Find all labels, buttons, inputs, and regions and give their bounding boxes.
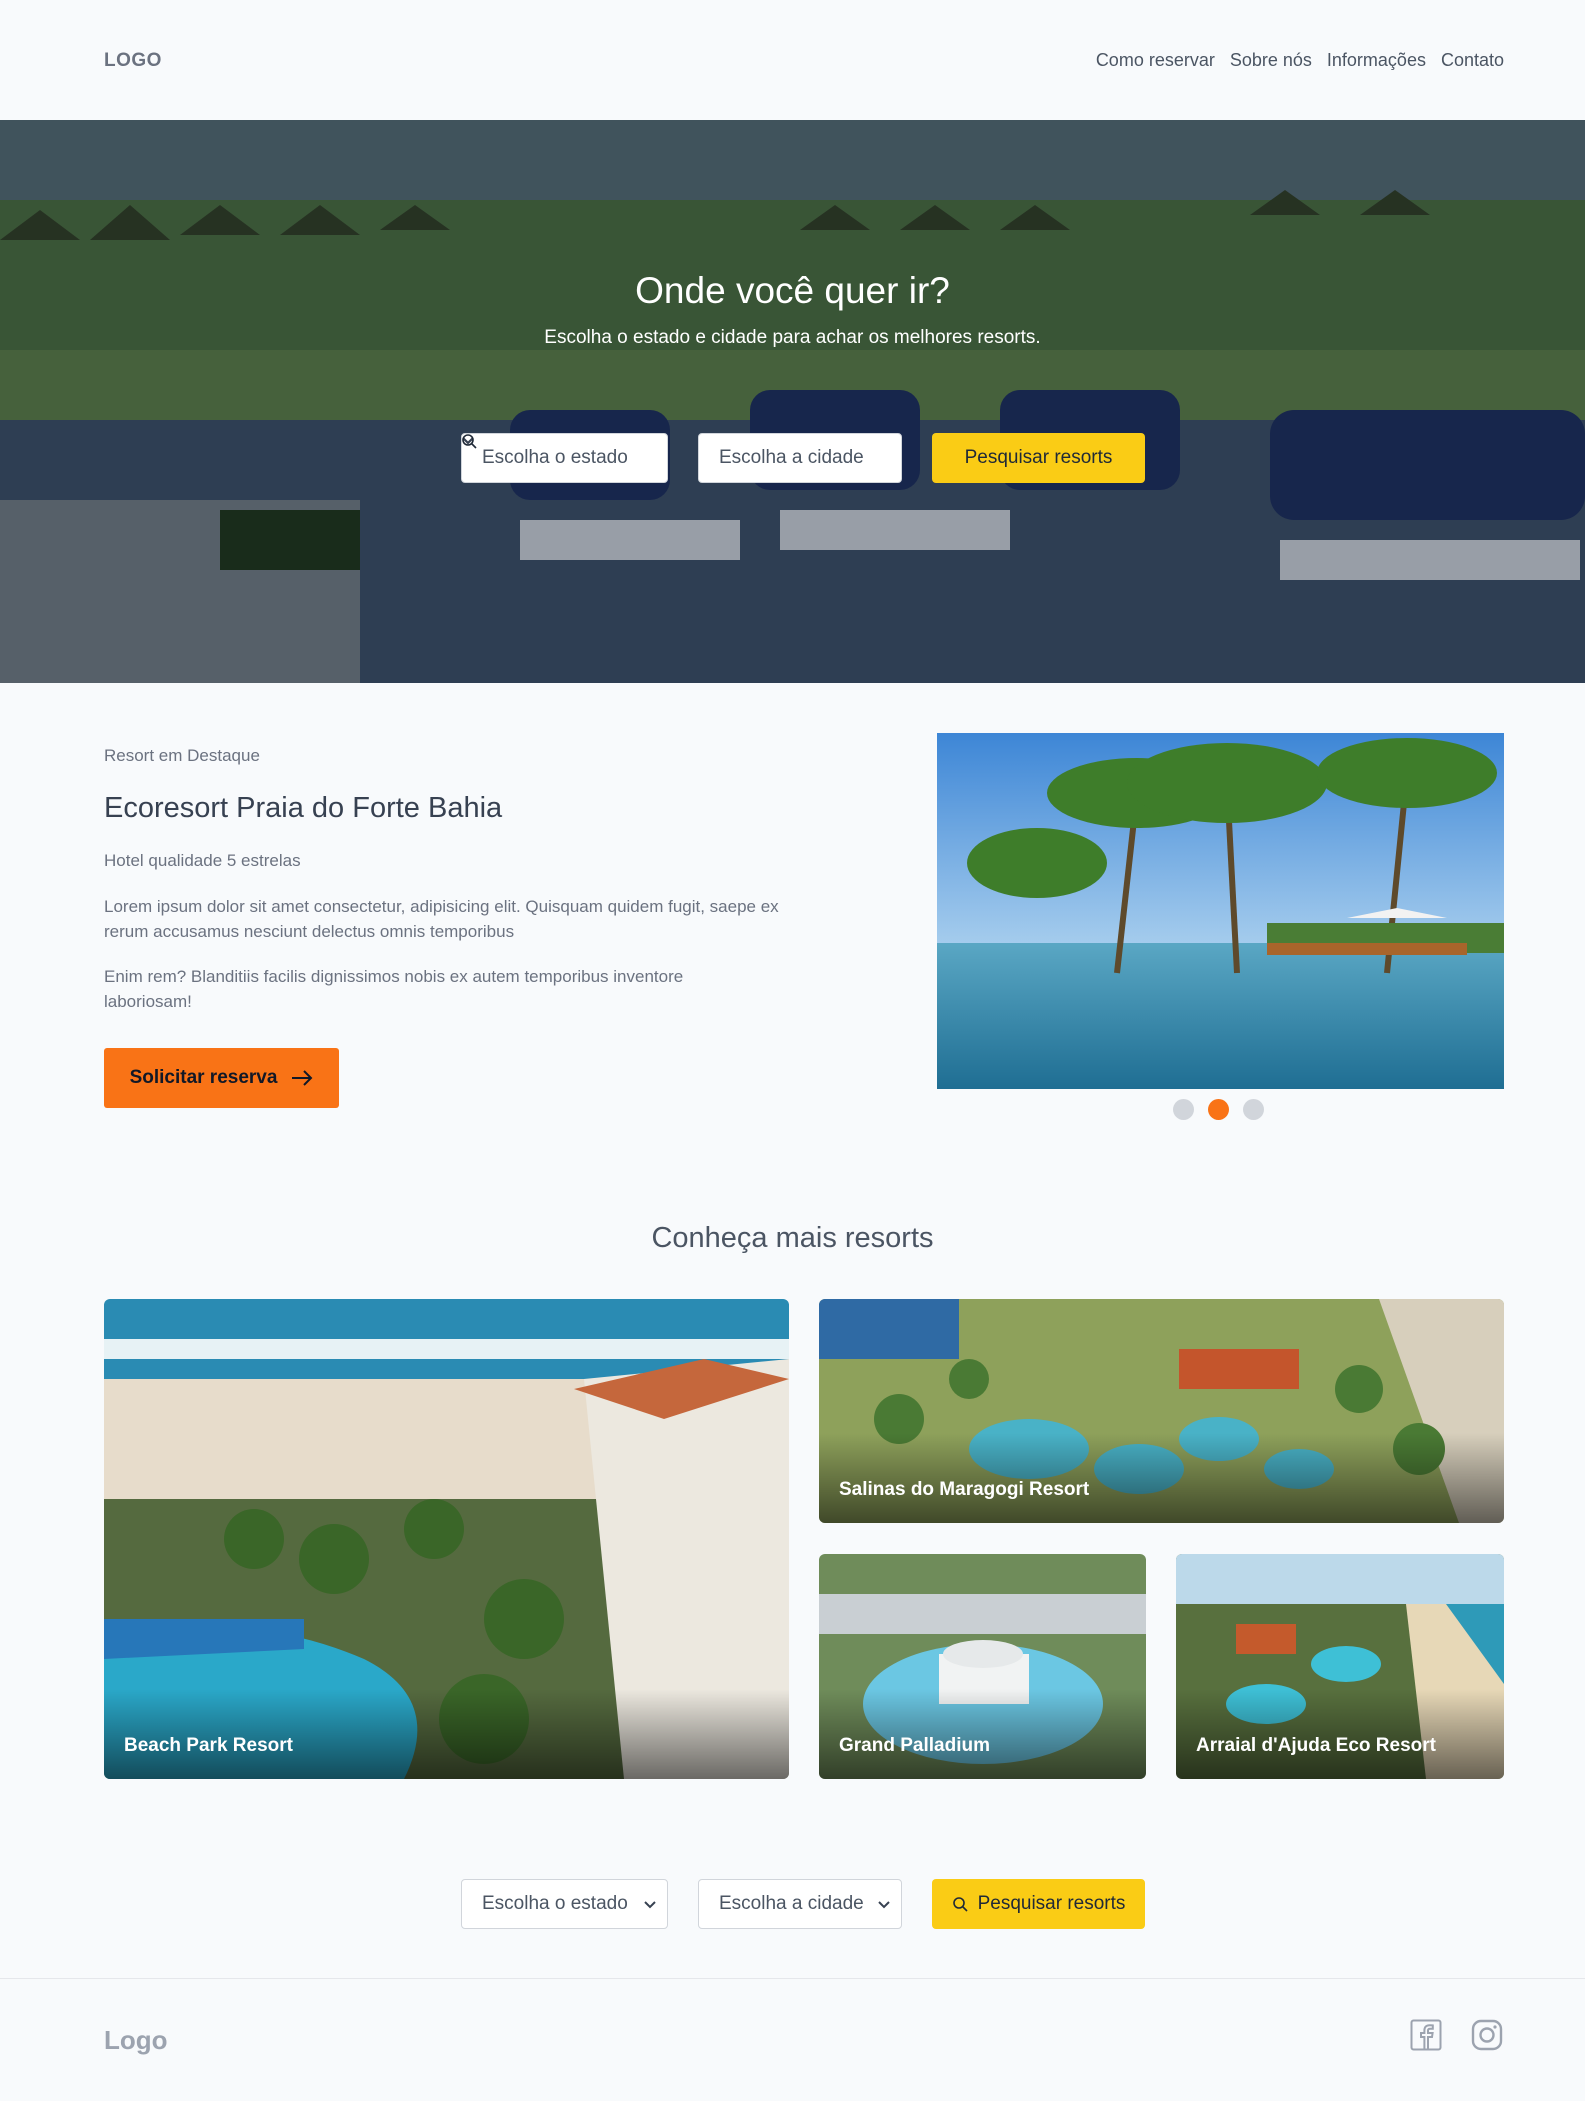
search-resorts-label: Pesquisar resorts bbox=[964, 447, 1113, 468]
state-select-value: Escolha o estado bbox=[482, 447, 628, 468]
instagram-icon[interactable] bbox=[1471, 2019, 1503, 2051]
featured-subtitle: Hotel qualidade 5 estrelas bbox=[104, 851, 301, 870]
hero-title: Onde você quer ir? bbox=[635, 270, 950, 311]
city-select[interactable]: Escolha a cidade bbox=[462, 433, 902, 483]
card-shade bbox=[819, 1433, 1504, 1523]
search-resorts-label: Pesquisar resorts bbox=[977, 1893, 1126, 1914]
search-resorts-button[interactable]: Pesquisar resorts bbox=[462, 433, 1145, 483]
card-shade bbox=[1176, 1689, 1504, 1779]
resort-card-salinas-maragogi[interactable]: Salinas do Maragogi Resort bbox=[819, 1299, 1504, 1523]
top-navbar: LOGO Como reservar Sobre nós Informações… bbox=[0, 0, 1585, 120]
nav-link-contato[interactable]: Contato bbox=[1441, 50, 1504, 71]
state-select-value: Escolha o estado bbox=[482, 1893, 628, 1914]
featured-title: Ecoresort Praia do Forte Bahia bbox=[104, 792, 503, 824]
chevron-down-icon bbox=[878, 1901, 890, 1909]
footer: Logo bbox=[0, 1978, 1585, 2101]
resort-card-grand-palladium[interactable]: Grand Palladium bbox=[819, 1554, 1146, 1779]
hero-overlay bbox=[0, 120, 1585, 683]
state-select[interactable]: Escolha o estado bbox=[461, 433, 668, 483]
search-icon bbox=[952, 1897, 968, 1912]
request-booking-button[interactable]: Solicitar reserva bbox=[104, 1048, 339, 1108]
hero-banner: Onde você quer ir? Escolha o estado e ci… bbox=[0, 120, 1585, 683]
city-select-value: Escolha a cidade bbox=[719, 1893, 864, 1914]
request-booking-label: Solicitar reserva bbox=[129, 1067, 278, 1088]
arrow-right-icon bbox=[292, 1070, 313, 1086]
city-select-value: Escolha a cidade bbox=[719, 447, 864, 468]
resort-card-label: Salinas do Maragogi Resort bbox=[839, 1479, 1090, 1500]
main-nav: Como reservar Sobre nós Informações Cont… bbox=[1096, 50, 1504, 71]
featured-resort-image bbox=[937, 733, 1504, 1089]
card-shade bbox=[104, 1689, 789, 1779]
nav-link-sobre-nos[interactable]: Sobre nós bbox=[1230, 50, 1312, 71]
hero-search-row: Escolha o estado Escolha a cidade Pesqui… bbox=[461, 433, 1145, 483]
footer-logo[interactable]: Logo bbox=[104, 2025, 168, 2056]
resort-card-label: Arraial d'Ajuda Eco Resort bbox=[1196, 1735, 1436, 1756]
featured-kicker: Resort em Destaque bbox=[104, 746, 260, 765]
carousel-dot-2[interactable] bbox=[1208, 1099, 1229, 1120]
card-shade bbox=[819, 1689, 1146, 1779]
nav-link-como-reservar[interactable]: Como reservar bbox=[1096, 50, 1215, 71]
resort-card-label: Grand Palladium bbox=[839, 1735, 990, 1756]
hero-subtitle: Escolha o estado e cidade para achar os … bbox=[544, 327, 1041, 348]
carousel-dot-3[interactable] bbox=[1243, 1099, 1264, 1120]
resort-card-beach-park[interactable]: Beach Park Resort bbox=[104, 1299, 789, 1779]
nav-link-informacoes[interactable]: Informações bbox=[1327, 50, 1426, 71]
chevron-down-icon bbox=[644, 1901, 656, 1909]
search-resorts-button-bottom[interactable]: Pesquisar resorts bbox=[932, 1879, 1145, 1929]
more-resorts-title: Conheça mais resorts bbox=[651, 1222, 934, 1254]
facebook-icon[interactable] bbox=[1410, 2019, 1442, 2051]
resort-card-arraial-dajuda[interactable]: Arraial d'Ajuda Eco Resort bbox=[1176, 1554, 1504, 1779]
carousel-dots bbox=[1173, 1099, 1264, 1120]
state-select-bottom[interactable]: Escolha o estado bbox=[461, 1879, 668, 1929]
bottom-search-row: Escolha o estado Escolha a cidade Pesqui… bbox=[461, 1879, 1145, 1929]
carousel-dot-1[interactable] bbox=[1173, 1099, 1194, 1120]
city-select-bottom[interactable]: Escolha a cidade bbox=[698, 1879, 902, 1929]
resort-card-label: Beach Park Resort bbox=[124, 1735, 293, 1756]
logo[interactable]: LOGO bbox=[104, 50, 162, 72]
featured-paragraph-2: Enim rem? Blanditiis facilis dignissimos… bbox=[104, 967, 684, 1011]
search-icon bbox=[462, 434, 477, 449]
featured-paragraph-1: Lorem ipsum dolor sit amet consectetur, … bbox=[104, 897, 779, 941]
